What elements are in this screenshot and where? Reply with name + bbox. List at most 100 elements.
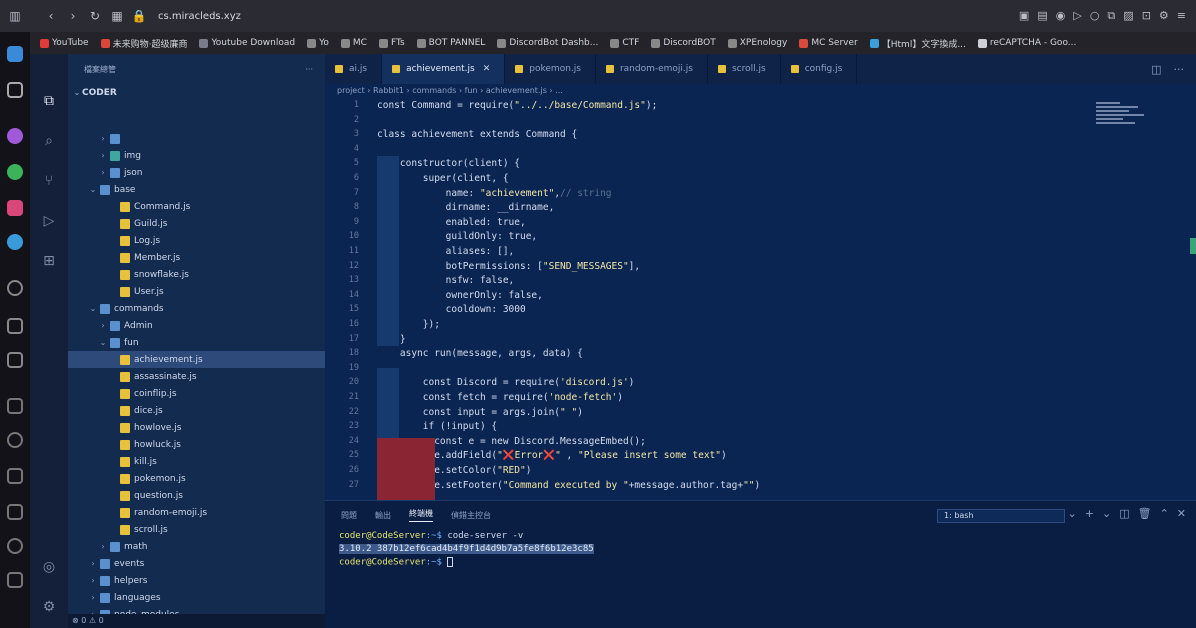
tree-folder[interactable]: ⌄ fun [68,334,325,351]
edit-icon[interactable] [7,504,23,520]
grid-icon[interactable]: ▦ [106,5,128,27]
code-line[interactable]: const Command = require("../../base/Comm… [377,100,657,111]
add-icon[interactable]: + [1085,507,1094,520]
account-icon[interactable]: ◎ [40,558,58,576]
window-icon[interactable] [7,352,23,368]
close-icon[interactable]: ✕ [1177,507,1186,520]
tree-folder[interactable]: › helpers [68,572,325,589]
send-icon[interactable] [7,318,23,334]
code-line[interactable]: e.setColor("RED") [377,465,531,476]
telegram-icon[interactable] [7,234,23,250]
tree-folder[interactable]: ⌄ commands [68,300,325,317]
code-line[interactable]: }); [377,319,440,330]
bookmark-item[interactable]: MC [340,38,367,48]
tree-folder[interactable]: › events [68,555,325,572]
status-problems[interactable]: ⊗ 0 ⚠ 0 [68,614,325,628]
code-line[interactable]: nsfw: false, [377,275,515,286]
chevron-down-icon[interactable]: ⌄ [1102,507,1111,520]
reload-icon[interactable]: ↻ [84,5,106,27]
heart-icon[interactable] [7,432,23,448]
bookmark-item[interactable]: BOT PANNEL [416,38,485,48]
code-line[interactable]: class achievement extends Command { [377,129,577,140]
tree-file[interactable]: Member.js [68,249,325,266]
split-icon[interactable]: ◫ [1119,507,1129,520]
editor-tab[interactable]: pokemon.js [505,54,596,84]
code-line[interactable]: cooldown: 3000 [377,304,526,315]
tree-file[interactable]: howlove.js [68,419,325,436]
split-editor-icon[interactable]: ◫ [1151,63,1161,76]
bookmark-item[interactable]: YouTube [40,38,89,48]
tree-file[interactable]: dice.js [68,402,325,419]
code-line[interactable]: e.addField("❌Error❌" , "Please insert so… [377,450,727,461]
panel-tab[interactable]: 終端機 [409,508,433,522]
bookmark-item[interactable]: XPEnology [727,38,787,48]
files-icon[interactable]: ⧉ [40,92,58,110]
circle-icon[interactable]: ○ [1090,9,1100,23]
code-line[interactable]: name: "achievement",// string [377,188,612,199]
search-icon[interactable]: ⌕ [40,132,58,150]
code-line[interactable]: aliases: [], [377,246,515,257]
extension-icon[interactable]: ⧉ [1107,9,1115,23]
back-icon[interactable]: ‹ [40,5,62,27]
bookmark-item[interactable]: DiscordBot Dashb... [497,38,598,48]
list-icon[interactable] [7,398,23,414]
sidebar-toggle-icon[interactable]: ▥ [4,5,26,27]
address-bar[interactable]: cs.miracleds.xyz [158,11,241,22]
tree-folder[interactable]: › Admin [68,317,325,334]
close-icon[interactable]: ✕ [483,64,491,74]
tree-file[interactable]: scroll.js [68,521,325,538]
minimap[interactable] [1096,100,1156,144]
tree-file[interactable]: Guild.js [68,215,325,232]
circle-icon[interactable] [7,82,23,98]
tree-folder[interactable]: › json [68,164,325,181]
scrollbar-marker[interactable] [1190,238,1196,254]
code-line[interactable]: if (!input) { [377,421,497,432]
run-debug-icon[interactable]: ▷ [40,212,58,230]
extension-icon[interactable]: ▣ [1019,9,1029,23]
forward-icon[interactable]: › [62,5,84,27]
chevron-up-icon[interactable]: ⌃ [1160,507,1169,520]
bookmark-item[interactable]: Yo [307,38,329,48]
tree-file[interactable]: assassinate.js [68,368,325,385]
panel-tab[interactable]: 偵錯主控台 [451,510,491,521]
tree-folder[interactable]: › [68,130,325,147]
editor-tab[interactable]: config.js [781,54,858,84]
tree-file[interactable]: howluck.js [68,436,325,453]
tree-file[interactable]: snowflake.js [68,266,325,283]
code-line[interactable]: enabled: true, [377,217,526,228]
more-icon[interactable]: ··· [1174,63,1185,76]
more-icon[interactable]: ··· [305,65,313,74]
tree-file[interactable]: pokemon.js [68,470,325,487]
code-line[interactable]: botPermissions: ["SEND_MESSAGES"], [377,261,641,272]
panel-tab[interactable]: 問題 [341,510,357,521]
extension-icon[interactable]: ▤ [1037,9,1047,23]
terminal-output[interactable]: coder@CodeServer:~$ code-server -v 3.10.2… [339,531,594,570]
breadcrumb[interactable]: project › Rabbit1 › commands › fun › ach… [325,84,1196,98]
source-control-icon[interactable]: ⑂ [40,172,58,190]
code-line[interactable]: e.setFooter("Command executed by "+messa… [377,480,760,491]
bookmark-item[interactable]: 未来购物·超级廉商 [100,37,187,50]
download-icon[interactable] [7,572,23,588]
bookmark-item[interactable]: FTs [378,38,405,48]
tree-folder[interactable]: › languages [68,589,325,606]
code-line[interactable]: super(client, { [377,173,509,184]
screenshot-icon[interactable]: ⊡ [1142,9,1151,23]
tree-file[interactable]: User.js [68,283,325,300]
code-line[interactable]: const fetch = require('node-fetch') [377,392,623,403]
code-line[interactable]: const Discord = require('discord.js') [377,377,635,388]
clock-icon[interactable] [7,538,23,554]
tree-file[interactable]: question.js [68,487,325,504]
workspace-root[interactable]: ⌄ CODER [68,84,325,101]
trash-icon[interactable]: 🗑 [1138,507,1152,520]
app-icon[interactable] [7,46,23,62]
bookmark-item[interactable]: DiscordBOT [651,38,716,48]
gear-icon[interactable]: ⚙ [40,598,58,616]
settings-icon[interactable]: ⚙ [1159,9,1169,23]
bookmark-item[interactable]: MC Server [799,38,858,48]
tree-folder[interactable]: › img [68,147,325,164]
whatsapp-icon[interactable] [7,164,23,180]
terminal-select[interactable]: 1: bash [937,509,1065,523]
editor-tab[interactable]: scroll.js [708,54,781,84]
image-icon[interactable]: ▨ [1123,9,1133,23]
instagram-icon[interactable] [7,200,23,216]
